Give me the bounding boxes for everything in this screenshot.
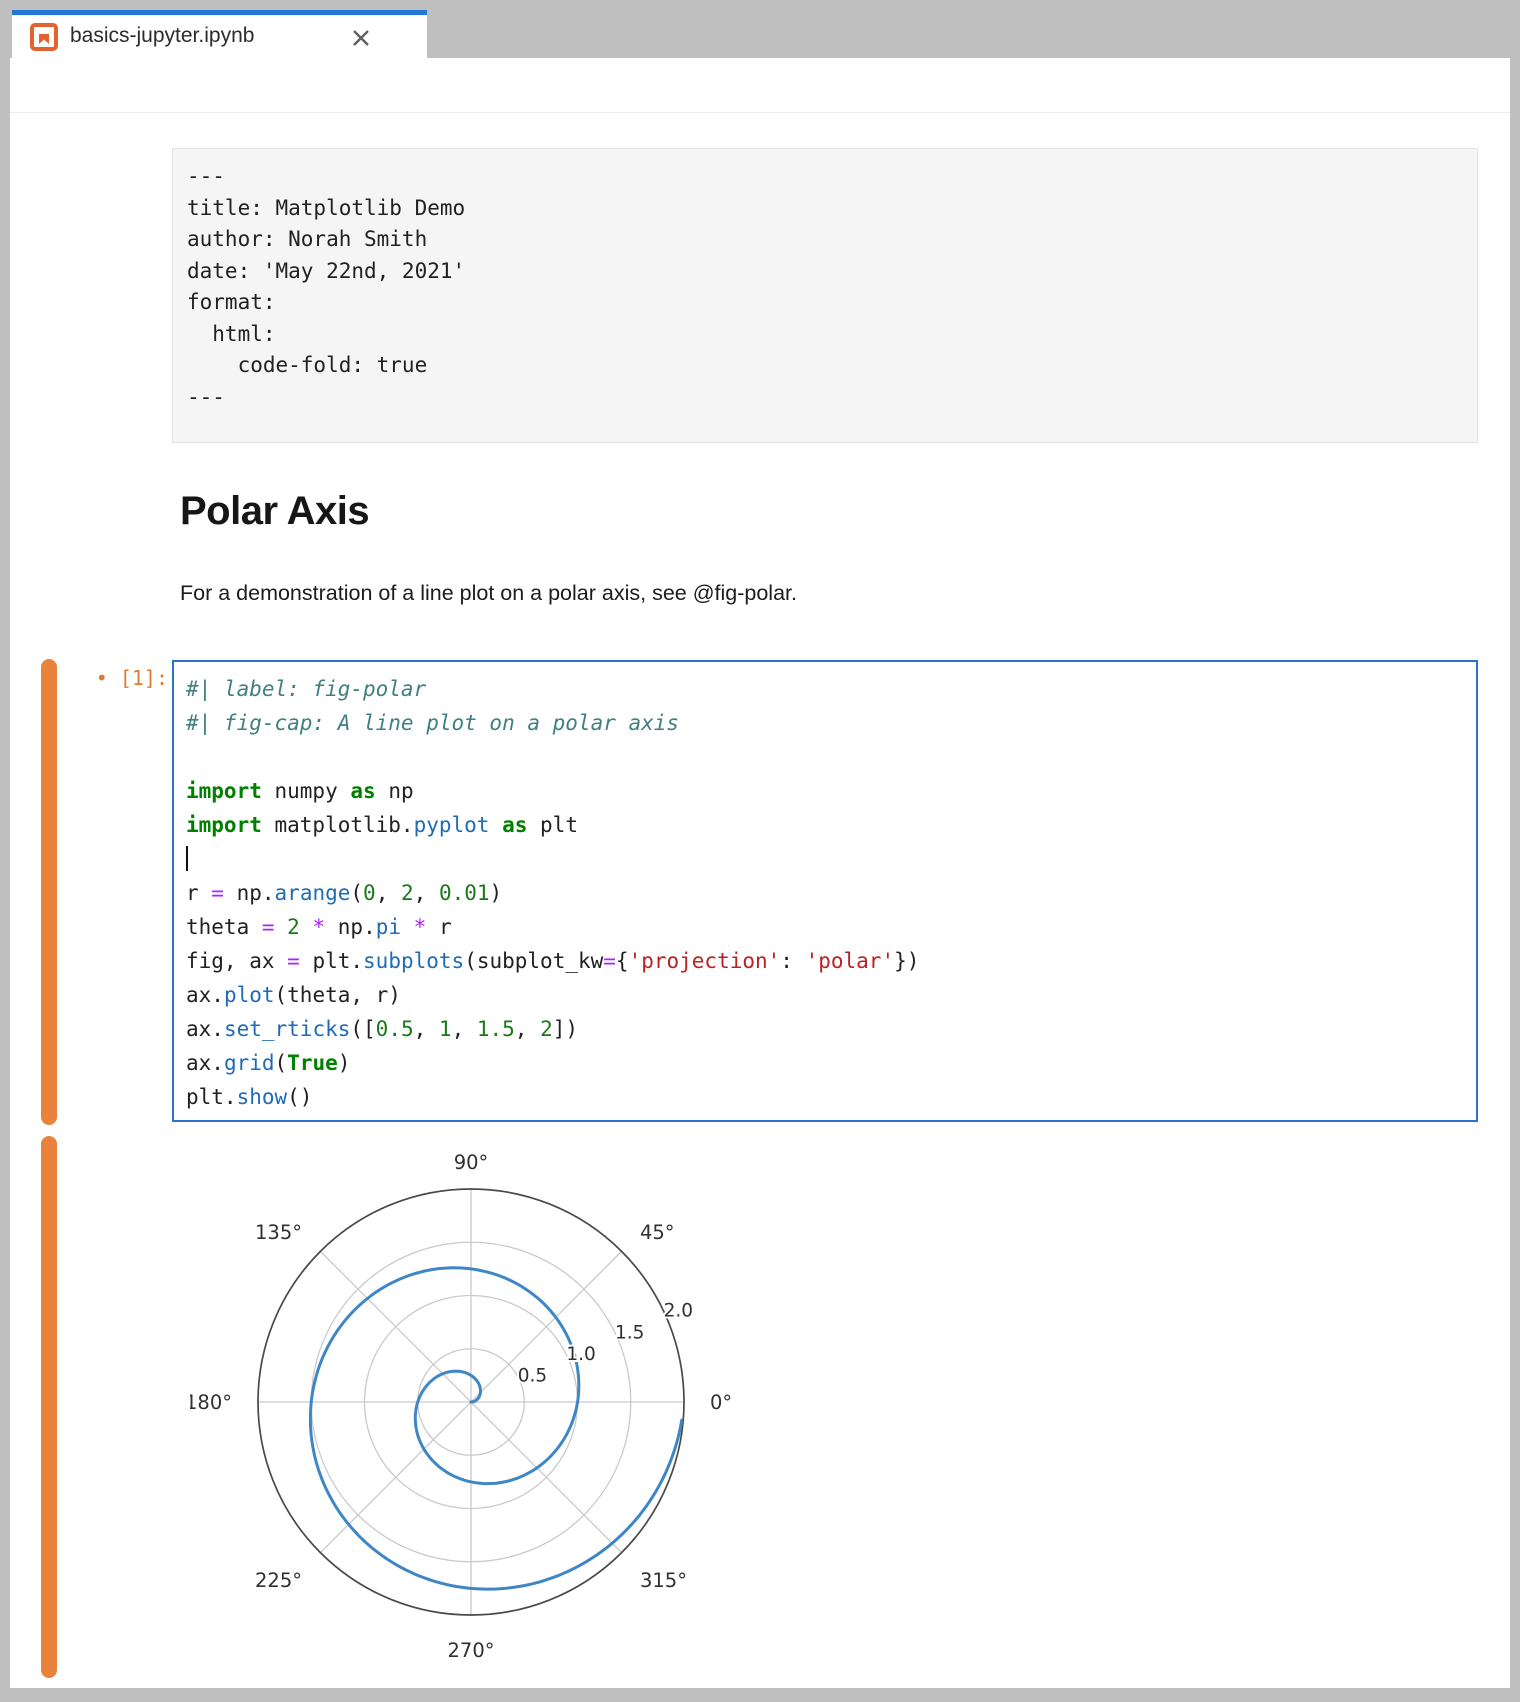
raw-line: date: 'May 22nd, 2021' [187,256,1463,288]
svg-text:270°: 270° [448,1639,495,1662]
notebook-toolbar: Code Python 3 (ipykernel) [10,58,1510,113]
code-line: theta = 2 * np.pi * r [186,910,1464,944]
raw-line: code-fold: true [187,350,1463,382]
section-heading: Polar Axis [180,489,369,534]
markdown-paragraph: For a demonstration of a line plot on a … [180,581,797,606]
close-tab-icon[interactable] [348,25,374,51]
svg-text:135°: 135° [255,1221,302,1244]
code-line: import matplotlib.pyplot as plt [186,808,1464,842]
output-collapser-bar[interactable] [41,1136,57,1678]
notebook-content: --- title: Matplotlib Demo author: Norah… [10,113,1510,1688]
svg-text:180°: 180° [190,1391,232,1414]
tab-title: basics-jupyter.ipynb [70,24,254,48]
notebook-tab[interactable]: basics-jupyter.ipynb [12,10,427,58]
raw-line: --- [187,161,1463,193]
svg-text:45°: 45° [640,1221,675,1244]
code-line: fig, ax = plt.subplots(subplot_kw={'proj… [186,944,1464,978]
text-cursor [186,846,188,871]
raw-line: title: Matplotlib Demo [187,193,1463,225]
code-line: ax.plot(theta, r) [186,978,1464,1012]
raw-line: author: Norah Smith [187,224,1463,256]
code-line: #| fig-cap: A line plot on a polar axis [186,706,1464,740]
svg-text:90°: 90° [454,1151,489,1174]
raw-line: html: [187,319,1463,351]
svg-text:0.5: 0.5 [518,1366,547,1387]
code-line [186,740,1464,774]
svg-text:0°: 0° [710,1391,732,1414]
execution-prompt: • [1]: [72,666,168,690]
raw-line: --- [187,382,1463,414]
raw-frontmatter-cell[interactable]: --- title: Matplotlib Demo author: Norah… [172,148,1478,443]
notebook-file-icon [30,23,58,51]
svg-text:315°: 315° [640,1569,687,1592]
code-line: #| label: fig-polar [186,672,1464,706]
code-cell-editor[interactable]: #| label: fig-polar#| fig-cap: A line pl… [172,660,1478,1122]
svg-text:225°: 225° [255,1569,302,1592]
polar-plot-figure: 0.5 1.0 1.5 2.0 0° 45° 90° 135° 180° 225° 270° 315° [190,1125,760,1685]
code-line: ax.grid(True) [186,1046,1464,1080]
input-collapser-bar[interactable] [41,659,57,1125]
code-line: import numpy as np [186,774,1464,808]
code-line: r = np.arange(0, 2, 0.01) [186,876,1464,910]
code-line: ax.set_rticks([0.5, 1, 1.5, 2]) [186,1012,1464,1046]
raw-line: format: [187,287,1463,319]
code-line [186,842,1464,876]
code-line: plt.show() [186,1080,1464,1114]
svg-text:1.0: 1.0 [566,1344,595,1365]
svg-text:1.5: 1.5 [615,1322,644,1343]
svg-text:2.0: 2.0 [664,1301,693,1322]
jupyterlab-window: basics-jupyter.ipynb [0,0,1520,1702]
